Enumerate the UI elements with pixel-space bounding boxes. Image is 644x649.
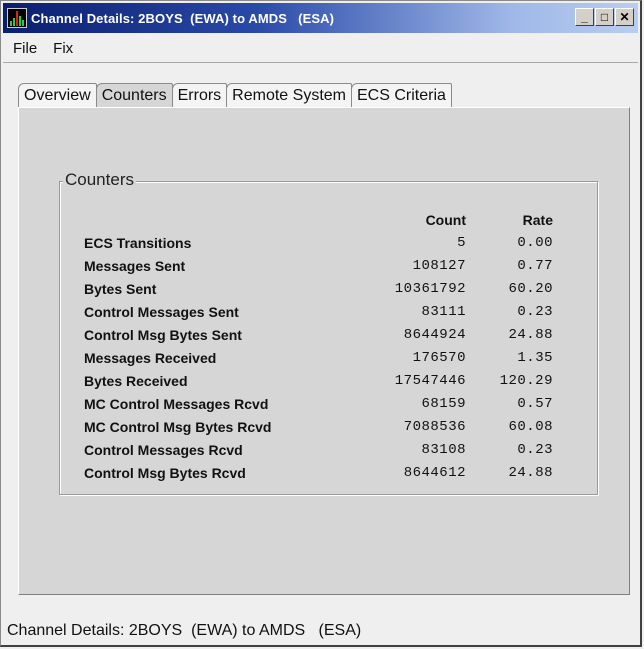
maximize-button[interactable]: □: [595, 8, 614, 26]
counters-group: Counters Count Rate ECS Transitions 5 0.00…: [59, 170, 598, 495]
counter-count: 17547446: [394, 372, 466, 389]
counter-rate: 24.88: [508, 464, 553, 481]
table-row: MC Control Messages Rcvd 68159 0.57: [84, 392, 553, 415]
menu-bar: File Fix: [3, 34, 638, 63]
tab-counters[interactable]: Counters: [95, 83, 173, 107]
label-header: [84, 208, 334, 231]
counter-count: 8644924: [403, 326, 466, 343]
tab-errors[interactable]: Errors: [171, 83, 228, 107]
counter-count: 83108: [421, 441, 466, 458]
counter-rate: 0.00: [517, 234, 553, 251]
bar-graph-icon: [7, 8, 27, 28]
rate-header: Rate: [522, 211, 553, 228]
menu-file[interactable]: File: [13, 40, 37, 57]
counter-rate: 0.57: [517, 395, 553, 412]
counter-label: MC Control Msg Bytes Rcvd: [84, 418, 272, 435]
status-bar: Channel Details: 2BOYS (EWA) to AMDS (ES…: [7, 622, 362, 639]
counters-panel: Counters Count Rate ECS Transitions 5 0.00…: [18, 107, 630, 595]
table-row: Bytes Received 17547446 120.29: [84, 369, 553, 392]
counter-count: 108127: [412, 257, 466, 274]
counter-count: 68159: [421, 395, 466, 412]
close-button[interactable]: ✕: [615, 8, 634, 26]
minimize-icon: _: [581, 10, 588, 24]
counter-rate: 60.08: [508, 418, 553, 435]
counter-count: 10361792: [394, 280, 466, 297]
counter-label: Messages Received: [84, 349, 217, 366]
close-icon: ✕: [619, 10, 630, 24]
counter-count: 8644612: [403, 464, 466, 481]
counter-label: Control Messages Sent: [84, 303, 239, 320]
group-title: Counters: [63, 170, 136, 190]
menu-fix[interactable]: Fix: [53, 40, 73, 57]
counter-label: Bytes Sent: [84, 280, 157, 297]
table-row: Control Msg Bytes Sent 8644924 24.88: [84, 323, 553, 346]
counter-label: Messages Sent: [84, 257, 186, 274]
counter-label: ECS Transitions: [84, 234, 192, 251]
count-header: Count: [425, 211, 466, 228]
tab-remote-system[interactable]: Remote System: [226, 83, 352, 107]
table-row: Messages Received 176570 1.35: [84, 346, 553, 369]
counter-label: Control Msg Bytes Rcvd: [84, 464, 246, 481]
counter-count: 7088536: [403, 418, 466, 435]
counter-rate: 24.88: [508, 326, 553, 343]
table-row: Control Messages Rcvd 83108 0.23: [84, 438, 553, 461]
table-row: Control Msg Bytes Rcvd 8644612 24.88: [84, 461, 553, 484]
header-row: Count Rate: [84, 208, 553, 231]
tab-overview[interactable]: Overview: [18, 83, 97, 107]
table-row: MC Control Msg Bytes Rcvd 7088536 60.08: [84, 415, 553, 438]
counter-rate: 0.23: [517, 441, 553, 458]
counter-label: Bytes Received: [84, 372, 188, 389]
counter-count: 83111: [421, 303, 466, 320]
counters-table: Count Rate ECS Transitions 5 0.00 Messages …: [84, 208, 553, 484]
title-bar[interactable]: Channel Details: 2BOYS (EWA) to AMDS (ES…: [3, 3, 638, 33]
counter-label: Control Msg Bytes Sent: [84, 326, 242, 343]
channel-details-window: Channel Details: 2BOYS (EWA) to AMDS (ES…: [0, 0, 642, 647]
counter-label: MC Control Messages Rcvd: [84, 395, 269, 412]
table-row: Control Messages Sent 83111 0.23: [84, 300, 553, 323]
counter-rate: 120.29: [499, 372, 553, 389]
maximize-icon: □: [600, 10, 609, 24]
table-row: ECS Transitions 5 0.00: [84, 231, 553, 254]
counter-count: 176570: [412, 349, 466, 366]
tab-bar: Overview Counters Errors Remote System E…: [18, 83, 452, 107]
table-row: Messages Sent 108127 0.77: [84, 254, 553, 277]
counter-rate: 1.35: [517, 349, 553, 366]
tab-ecs-criteria[interactable]: ECS Criteria: [350, 83, 452, 107]
counter-rate: 0.77: [517, 257, 553, 274]
counter-rate: 0.23: [517, 303, 553, 320]
table-row: Bytes Sent 10361792 60.20: [84, 277, 553, 300]
window-title: Channel Details: 2BOYS (EWA) to AMDS (ES…: [31, 10, 335, 26]
counter-label: Control Messages Rcvd: [84, 441, 243, 458]
counter-rate: 60.20: [508, 280, 553, 297]
minimize-button[interactable]: _: [575, 8, 594, 26]
counter-count: 5: [457, 234, 466, 251]
